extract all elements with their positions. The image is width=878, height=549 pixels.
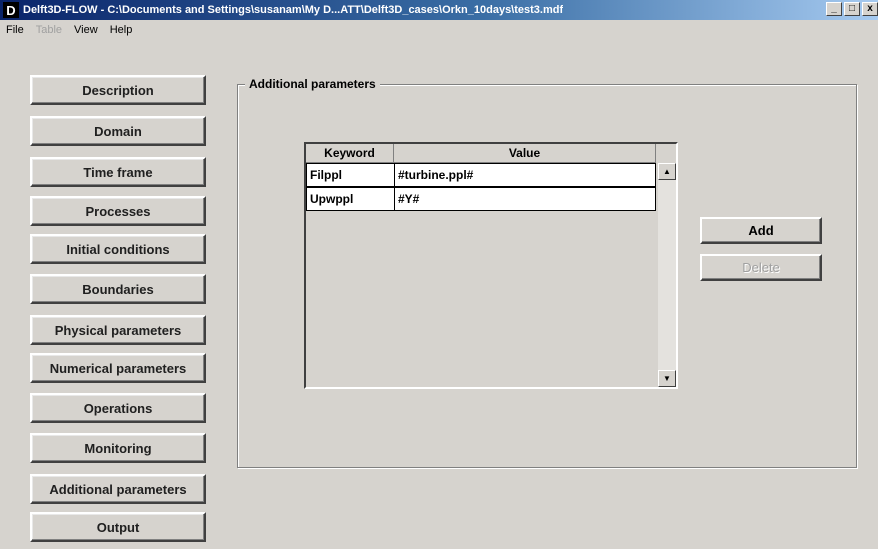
scroll-down-button[interactable]: ▼: [658, 370, 676, 387]
title-bar[interactable]: D Delft3D-FLOW - C:\Documents and Settin…: [0, 0, 878, 20]
value-cell[interactable]: #turbine.ppl#: [394, 163, 656, 187]
menu-view[interactable]: View: [68, 24, 104, 36]
menu-bar: File Table View Help: [0, 20, 878, 40]
nav-monitoring-button[interactable]: Monitoring: [30, 433, 206, 463]
nav-boundaries-button[interactable]: Boundaries: [30, 274, 206, 304]
column-header-keyword[interactable]: Keyword: [306, 144, 394, 163]
add-button[interactable]: Add: [700, 217, 822, 244]
nav-description-button[interactable]: Description: [30, 75, 206, 105]
group-title: Additional parameters: [245, 77, 380, 91]
app-icon: D: [3, 2, 19, 18]
nav-initial-conditions-button[interactable]: Initial conditions: [30, 234, 206, 264]
parameters-table: Keyword Value Filppl #turbine.ppl# Upwpp…: [304, 142, 678, 389]
arrow-up-icon: ▲: [663, 167, 671, 176]
nav-additional-parameters-button[interactable]: Additional parameters: [30, 474, 206, 504]
nav-numerical-parameters-button[interactable]: Numerical parameters: [30, 353, 206, 383]
vertical-scrollbar[interactable]: ▲ ▼: [658, 163, 676, 387]
nav-output-button[interactable]: Output: [30, 512, 206, 542]
menu-file[interactable]: File: [0, 24, 30, 36]
nav-time-frame-button[interactable]: Time frame: [30, 157, 206, 187]
window-title: Delft3D-FLOW - C:\Documents and Settings…: [23, 4, 564, 16]
table-row: Filppl #turbine.ppl#: [306, 163, 656, 187]
value-cell[interactable]: #Y#: [394, 187, 656, 211]
nav-physical-parameters-button[interactable]: Physical parameters: [30, 315, 206, 345]
table-header: Keyword Value: [306, 144, 656, 163]
delete-button: Delete: [700, 254, 822, 281]
scroll-up-button[interactable]: ▲: [658, 163, 676, 180]
menu-table: Table: [35, 24, 63, 36]
window-controls: _ □ x: [824, 2, 878, 16]
maximize-button[interactable]: □: [844, 2, 860, 16]
keyword-cell[interactable]: Upwppl: [306, 187, 395, 211]
nav-processes-button[interactable]: Processes: [30, 196, 206, 226]
column-header-value[interactable]: Value: [394, 144, 656, 163]
keyword-cell[interactable]: Filppl: [306, 163, 395, 187]
nav-domain-button[interactable]: Domain: [30, 116, 206, 146]
close-button[interactable]: x: [862, 2, 878, 16]
nav-operations-button[interactable]: Operations: [30, 393, 206, 423]
arrow-down-icon: ▼: [663, 374, 671, 383]
minimize-button[interactable]: _: [826, 2, 842, 16]
table-row: Upwppl #Y#: [306, 187, 656, 211]
menu-help[interactable]: Help: [104, 24, 139, 36]
